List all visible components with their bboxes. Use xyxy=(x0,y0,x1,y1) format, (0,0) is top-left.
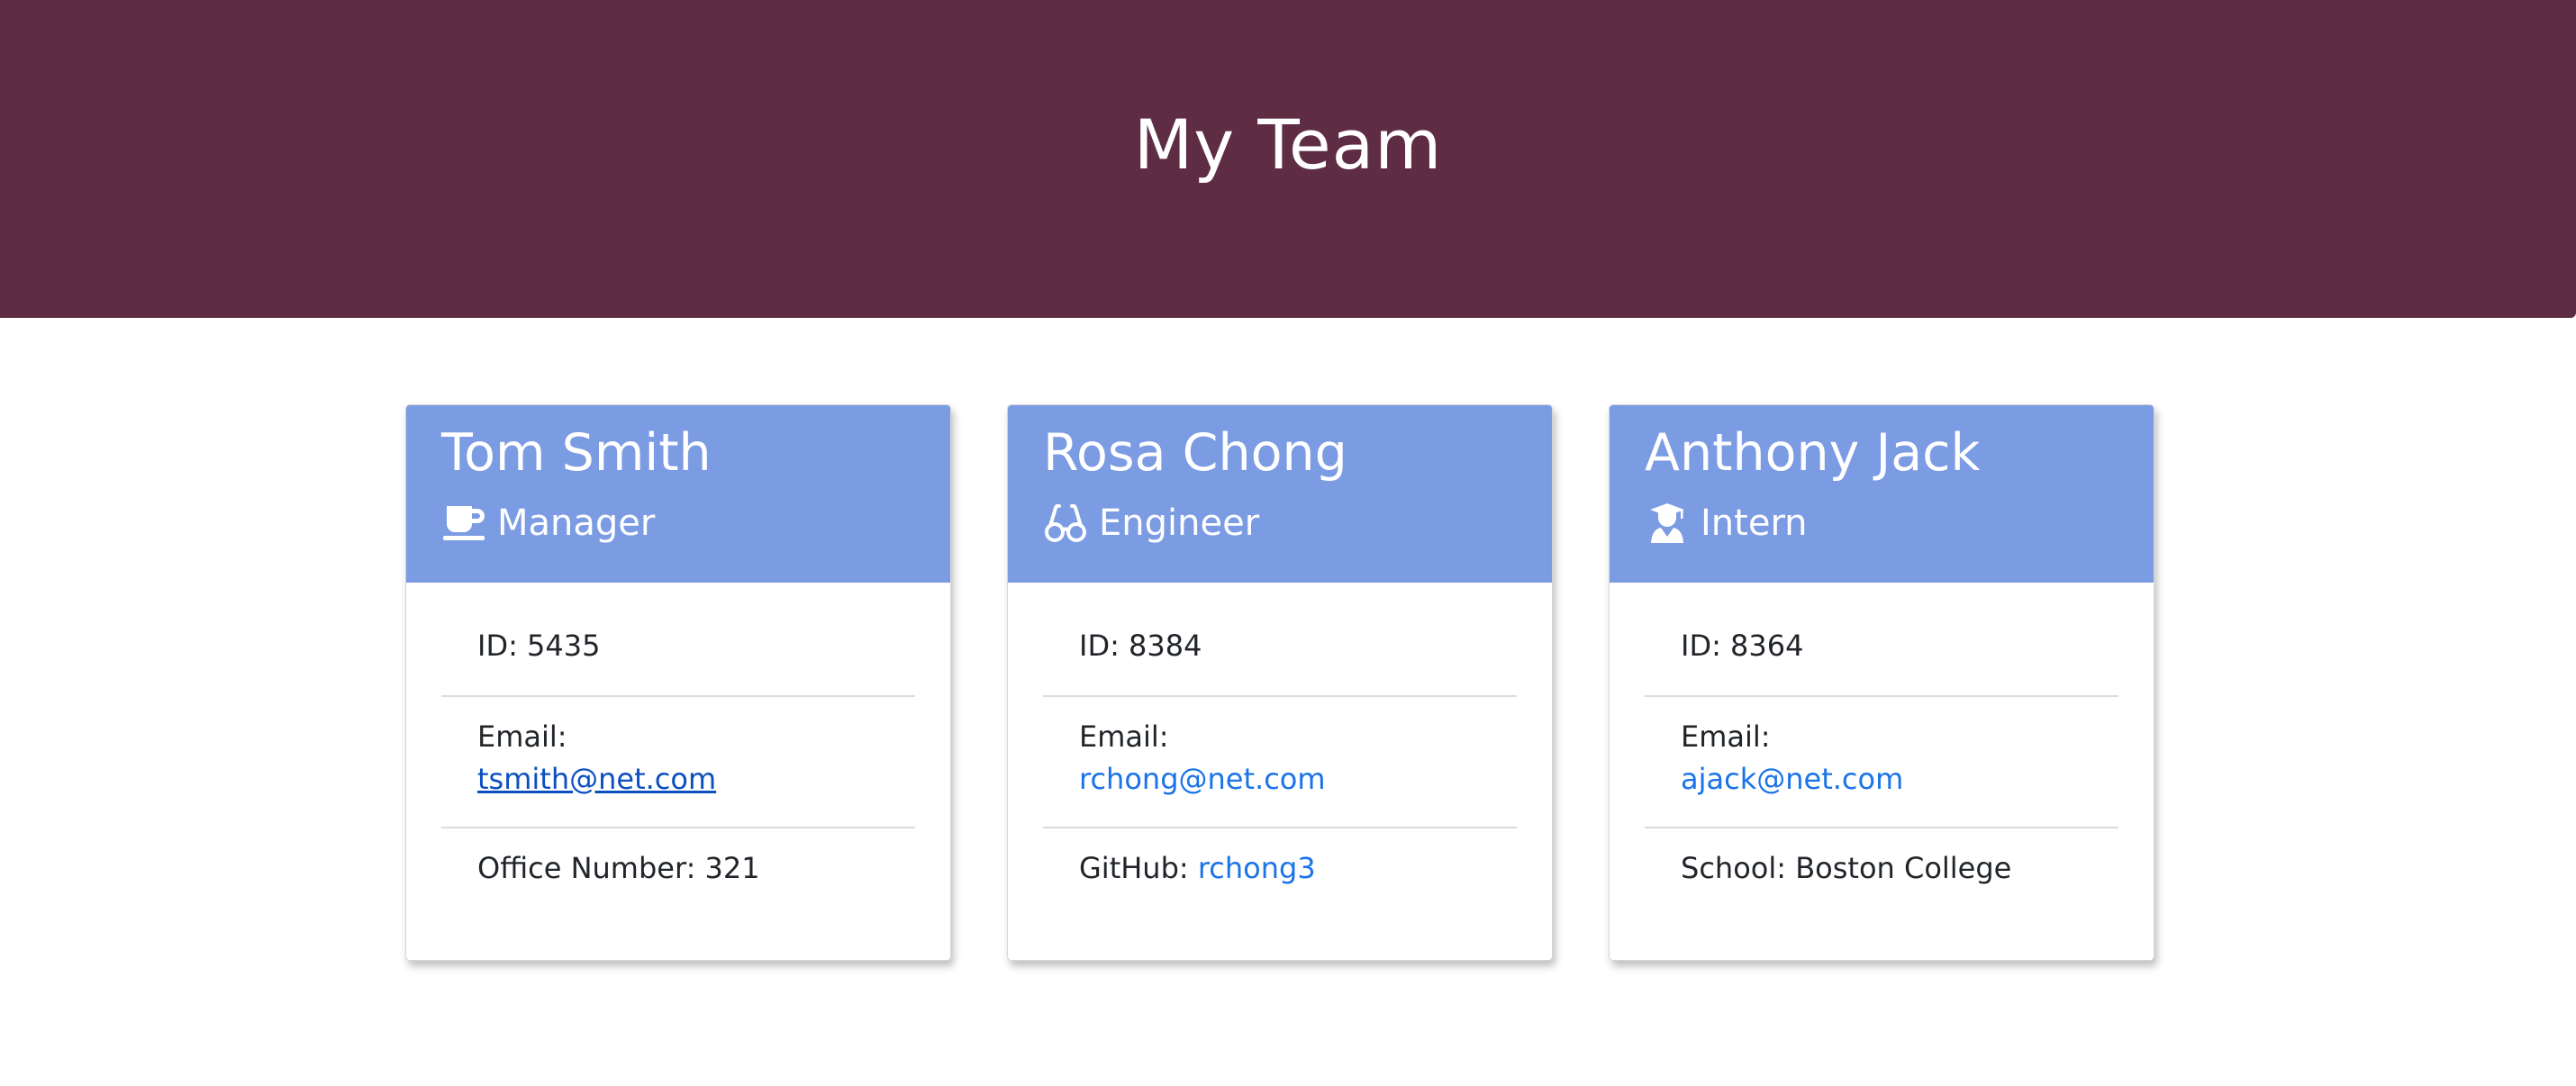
email-label: Email: xyxy=(477,719,567,754)
role-label: Manager xyxy=(497,502,656,544)
employee-name: Rosa Chong xyxy=(1043,423,1347,483)
employee-card-engineer: Rosa Chong Engineer ID: 8384 Email: rcho… xyxy=(1007,404,1553,961)
employee-details: ID: 5435 Email: tsmith@net.com Office Nu… xyxy=(441,583,915,908)
employee-card-manager: Tom Smith Manager ID: 5435 Email: tsmith… xyxy=(405,404,951,961)
role-label: Intern xyxy=(1701,502,1808,544)
employee-name: Tom Smith xyxy=(441,423,712,483)
id-label: ID: xyxy=(1681,629,1721,663)
role-label: Engineer xyxy=(1099,502,1260,544)
id-row: ID: 5435 xyxy=(441,614,915,695)
card-header: Anthony Jack Intern xyxy=(1610,405,2154,583)
glasses-icon xyxy=(1043,502,1088,544)
email-link[interactable]: ajack@net.com xyxy=(1681,762,1903,796)
email-row: Email: ajack@net.com xyxy=(1645,695,2118,827)
id-row: ID: 8384 xyxy=(1043,614,1517,695)
employee-role: Engineer xyxy=(1043,501,1259,546)
page-title: My Team xyxy=(1133,104,1443,185)
employee-name: Anthony Jack xyxy=(1645,423,1981,483)
graduate-icon xyxy=(1645,502,1690,544)
email-link[interactable]: rchong@net.com xyxy=(1079,762,1326,796)
email-row: Email: rchong@net.com xyxy=(1043,695,1517,827)
github-link[interactable]: rchong3 xyxy=(1198,851,1316,885)
email-row: Email: tsmith@net.com xyxy=(441,695,915,827)
office-number-row: Office Number: 321 xyxy=(441,827,915,908)
school-row: School: Boston College xyxy=(1645,827,2118,908)
email-label: Email: xyxy=(1681,719,1771,754)
employee-role: Manager xyxy=(441,501,655,546)
id-value: 5435 xyxy=(527,629,601,663)
employee-role: Intern xyxy=(1645,501,1808,546)
employee-card-intern: Anthony Jack Intern ID: 8364 Email: ajac… xyxy=(1609,404,2154,961)
id-value: 8364 xyxy=(1730,629,1804,663)
id-label: ID: xyxy=(477,629,518,663)
card-header: Rosa Chong Engineer xyxy=(1008,405,1552,583)
school-label: School: xyxy=(1681,851,1787,885)
id-row: ID: 8364 xyxy=(1645,614,2118,695)
email-link[interactable]: tsmith@net.com xyxy=(477,762,716,796)
employee-details: ID: 8384 Email: rchong@net.com GitHub: r… xyxy=(1043,583,1517,908)
coffee-cup-icon xyxy=(441,502,486,544)
github-row: GitHub: rchong3 xyxy=(1043,827,1517,908)
github-label: GitHub: xyxy=(1079,851,1189,885)
office-number-label: Office Number: xyxy=(477,851,696,885)
employee-details: ID: 8364 Email: ajack@net.com School: Bo… xyxy=(1645,583,2118,908)
office-number-value: 321 xyxy=(704,851,760,885)
page-header: My Team xyxy=(0,0,2576,318)
email-label: Email: xyxy=(1079,719,1169,754)
id-value: 8384 xyxy=(1129,629,1202,663)
school-value: Boston College xyxy=(1795,851,2012,885)
card-header: Tom Smith Manager xyxy=(406,405,950,583)
id-label: ID: xyxy=(1079,629,1120,663)
